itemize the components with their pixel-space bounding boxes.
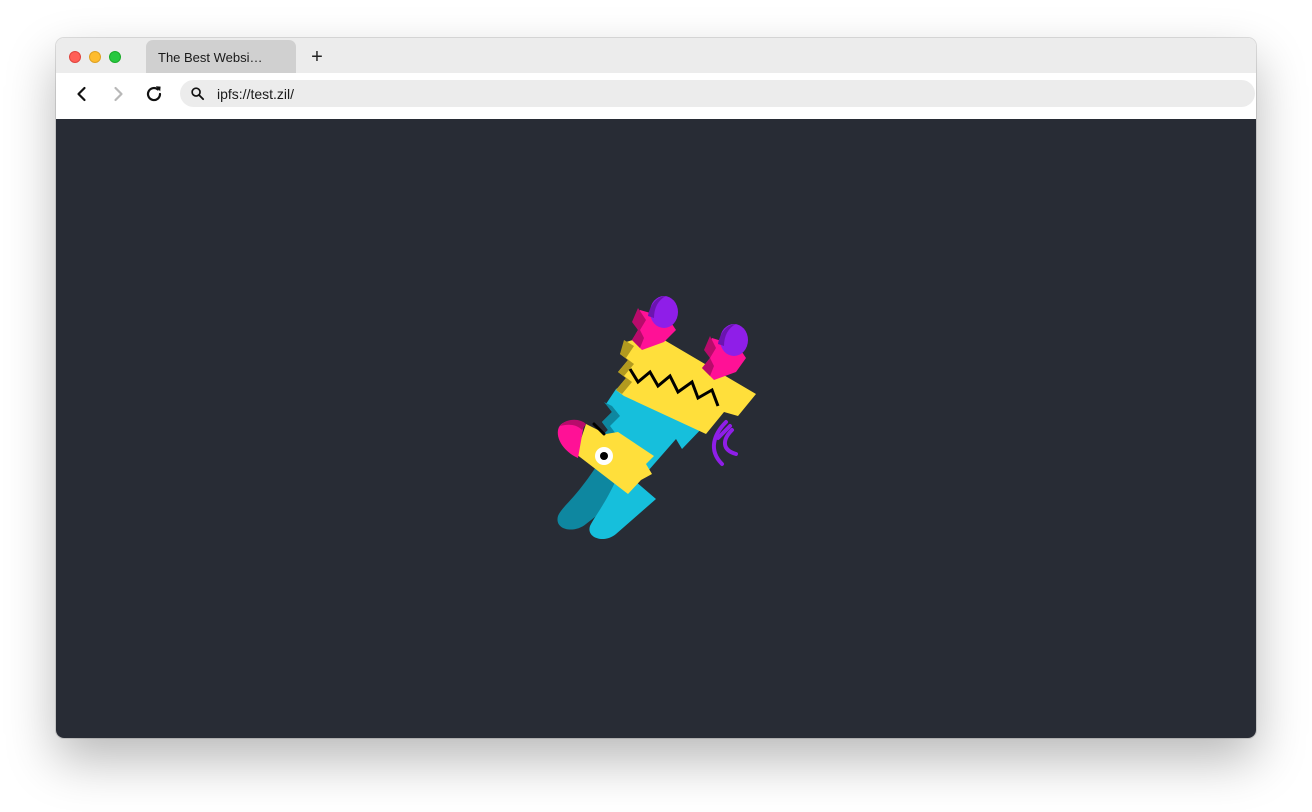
minimize-window-button[interactable]: [89, 51, 101, 63]
address-text[interactable]: ipfs://test.zil/: [217, 86, 294, 102]
new-tab-button[interactable]: +: [306, 46, 328, 68]
tab-active[interactable]: The Best Websi…: [146, 40, 296, 73]
address-bar[interactable]: ipfs://test.zil/: [180, 80, 1255, 107]
search-icon: [191, 87, 205, 101]
reload-button[interactable]: [142, 82, 166, 106]
close-window-button[interactable]: [69, 51, 81, 63]
chevron-left-icon: [77, 86, 86, 102]
zoom-window-button[interactable]: [109, 51, 121, 63]
chevron-right-icon: [114, 86, 123, 102]
reload-icon: [146, 86, 162, 102]
pinata-icon: [557, 296, 756, 540]
forward-button[interactable]: [106, 82, 130, 106]
tab-title: The Best Websi…: [158, 50, 263, 65]
browser-toolbar: ipfs://test.zil/: [56, 73, 1256, 119]
page-content: [56, 119, 1256, 738]
back-button[interactable]: [70, 82, 94, 106]
title-bar: The Best Websi… +: [56, 38, 1256, 73]
browser-window: The Best Websi… + ipfs://test.zil/: [56, 38, 1256, 738]
